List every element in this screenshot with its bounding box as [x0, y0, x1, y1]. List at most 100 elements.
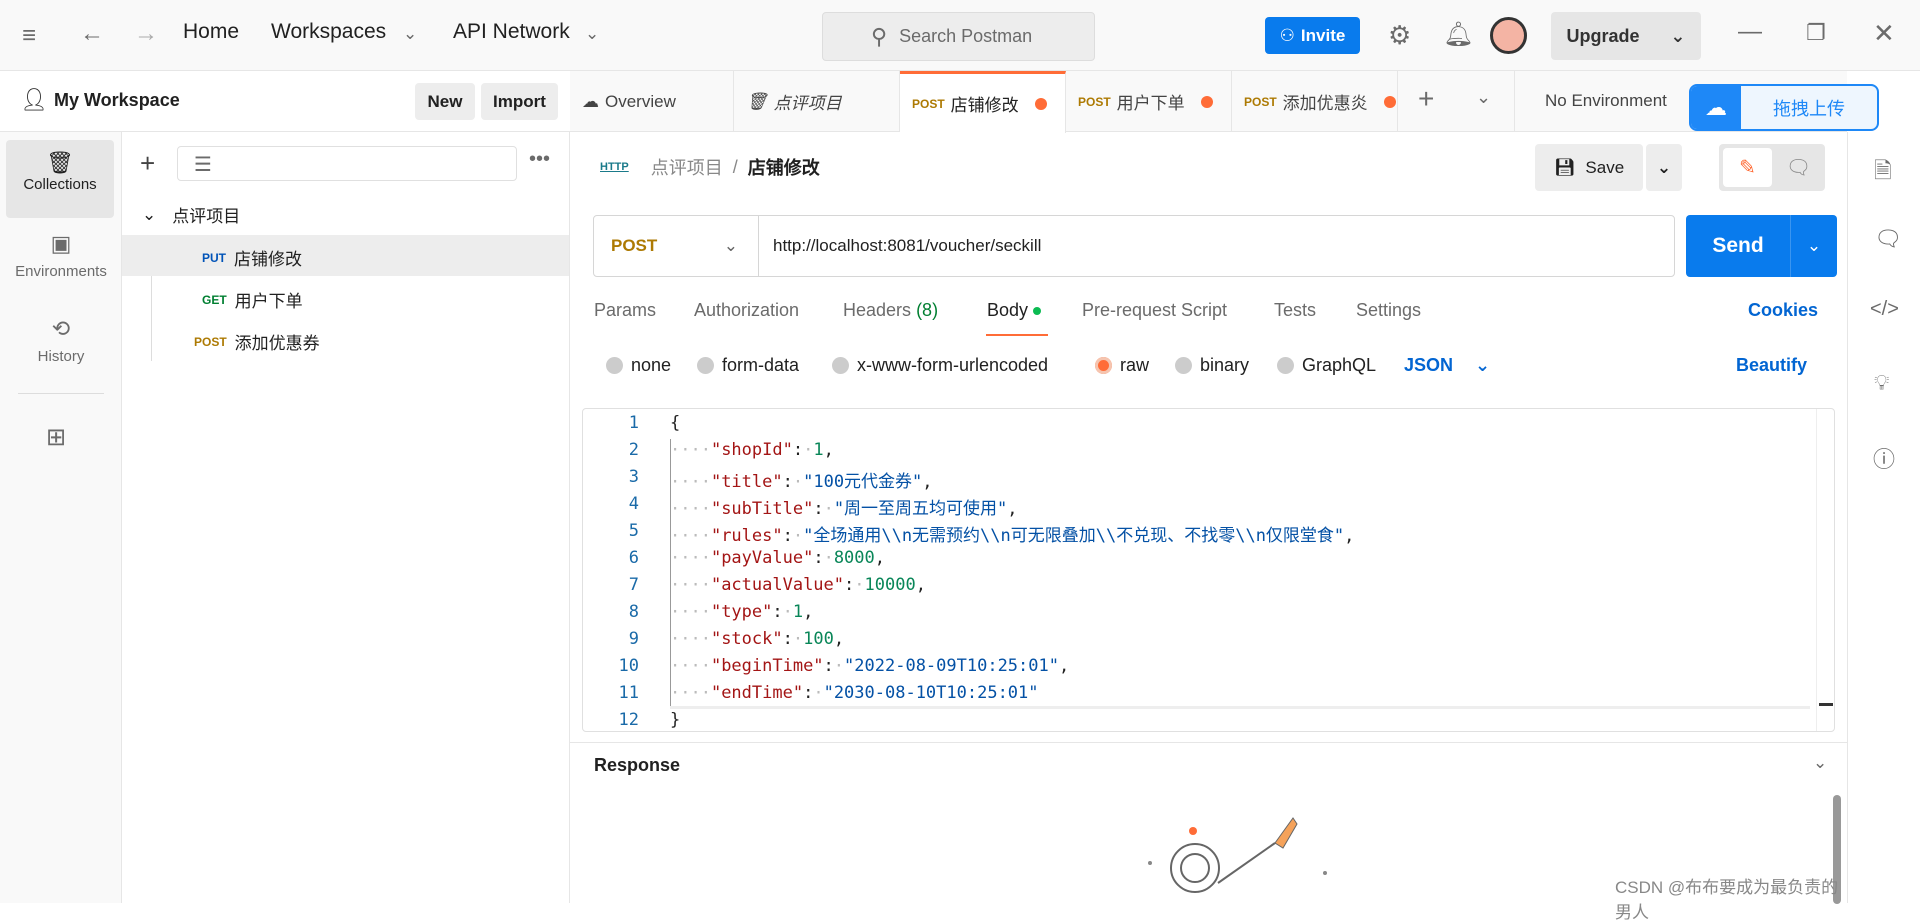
code-token: :: [823, 656, 834, 676]
code-token: ····: [670, 683, 711, 703]
new-button[interactable]: New: [415, 83, 475, 120]
chevron-down-icon[interactable]: ⌄: [403, 24, 417, 44]
nav-history[interactable]: ⟲ History: [0, 316, 122, 386]
chevron-down-icon[interactable]: ⌄: [1476, 87, 1491, 108]
radio-circle: [1175, 357, 1192, 374]
tab-headers[interactable]: Headers (8): [843, 300, 938, 321]
code-line: ····"type":·1,: [670, 602, 813, 622]
code-token: ·: [854, 575, 865, 595]
add-apps-icon[interactable]: ⊞: [46, 423, 66, 452]
radio-raw[interactable]: raw: [1095, 355, 1149, 376]
sidebar: + ☰ ••• ⌄ 点评项目 PUT 店铺修改 GET 用户下单 POST 添加优惠券: [122, 132, 570, 903]
import-button[interactable]: Import: [481, 83, 558, 120]
code-icon[interactable]: </>: [1870, 298, 1899, 321]
chevron-down-icon[interactable]: ⌄: [1791, 215, 1837, 277]
environment-selector[interactable]: No Environment: [1545, 91, 1667, 111]
breadcrumb-parent[interactable]: 点评项目: [651, 154, 723, 180]
code-token: ·: [833, 656, 845, 676]
tab-overview[interactable]: ☁ Overview: [570, 71, 734, 132]
save-options-button[interactable]: ⌄: [1646, 144, 1682, 191]
filter-input[interactable]: ☰: [177, 146, 517, 181]
radio-circle: [1277, 357, 1294, 374]
code-token: ·: [792, 629, 804, 649]
tab-label: 点评项目: [773, 94, 842, 113]
tab-label: Headers: [843, 300, 912, 320]
upload-overlay[interactable]: ☁ 拖拽上传: [1689, 84, 1879, 131]
back-arrow-icon[interactable]: ←: [80, 20, 104, 48]
avatar[interactable]: [1490, 17, 1527, 54]
edit-pencil-icon[interactable]: ✎: [1723, 148, 1772, 187]
collections-icon: 🗑︎: [46, 150, 74, 175]
tab-active[interactable]: POST 店铺修改: [900, 71, 1066, 133]
menu-icon[interactable]: ≡: [22, 22, 36, 50]
code-token: 10000: [864, 575, 916, 595]
request-item[interactable]: PUT 店铺修改: [202, 245, 302, 270]
workspaces-menu[interactable]: Workspaces: [271, 20, 386, 44]
upgrade-button[interactable]: Upgrade ⌄: [1551, 12, 1701, 60]
minimize-icon[interactable]: —: [1738, 18, 1762, 46]
chevron-down-icon: ⌄: [723, 236, 738, 255]
code-token: }: [670, 710, 681, 730]
bell-icon[interactable]: 🔔︎: [1443, 20, 1473, 49]
tab-prerequest[interactable]: Pre-request Script: [1082, 300, 1227, 321]
chevron-down-icon[interactable]: ⌄: [585, 24, 599, 44]
radio-none[interactable]: none: [606, 355, 671, 376]
radio-graphql[interactable]: GraphQL: [1277, 355, 1376, 376]
tab-collection[interactable]: 🗑︎ 点评项目: [734, 71, 900, 132]
settings-gear-icon[interactable]: ⚙: [1388, 20, 1411, 51]
tab-tests[interactable]: Tests: [1274, 300, 1316, 321]
method-select[interactable]: POST ⌄: [594, 216, 759, 276]
code-token: "endTime": [710, 683, 804, 703]
line-number: 3: [628, 467, 639, 487]
code-token: 100: [803, 629, 834, 649]
comment-icon[interactable]: 🗨︎: [1774, 148, 1823, 187]
close-icon[interactable]: ✕: [1873, 18, 1895, 49]
tab-settings[interactable]: Settings: [1356, 300, 1421, 321]
radio-binary[interactable]: binary: [1175, 355, 1249, 376]
code-line: ····"beginTime":·"2022-08-09T10:25:01",: [670, 656, 1069, 676]
invite-button[interactable]: ⚇ Invite: [1265, 17, 1360, 54]
comments-icon[interactable]: 🗨︎: [1874, 226, 1902, 252]
lightbulb-icon[interactable]: 💡︎: [1874, 370, 1889, 396]
workspace-name[interactable]: My Workspace: [54, 90, 180, 111]
request-item[interactable]: GET 用户下单: [202, 287, 303, 312]
home-link[interactable]: Home: [183, 20, 239, 44]
restore-icon[interactable]: ❐: [1806, 20, 1826, 46]
breadcrumb-current[interactable]: 店铺修改: [748, 154, 820, 180]
request-item[interactable]: POST 添加优惠券: [194, 329, 320, 354]
send-button[interactable]: Send ⌄: [1686, 215, 1837, 277]
tab[interactable]: POST 添加优惠炎: [1232, 71, 1398, 132]
radio-label: x-www-form-urlencoded: [857, 355, 1049, 375]
documentation-icon[interactable]: 🗎: [1874, 154, 1892, 192]
code-editor[interactable]: 1{2 ····"shopId":·1, 3 ····"title":·"100元代金…: [582, 408, 1835, 732]
new-tab-icon[interactable]: +: [1418, 83, 1434, 115]
tab-body[interactable]: Body: [987, 300, 1042, 321]
api-network-menu[interactable]: API Network: [453, 20, 570, 44]
add-icon[interactable]: +: [140, 148, 155, 179]
collection-item[interactable]: ⌄ 点评项目: [142, 202, 240, 227]
url-input[interactable]: http://localhost:8081/voucher/seckill: [773, 236, 1041, 256]
beautify-link[interactable]: Beautify: [1736, 355, 1807, 376]
code-line: ····"title":·"100元代金券",: [670, 467, 933, 492]
url-bar: POST ⌄ http://localhost:8081/voucher/sec…: [593, 215, 1675, 277]
radio-urlencoded[interactable]: x-www-form-urlencoded: [832, 355, 1048, 376]
format-select[interactable]: JSON ⌄: [1404, 355, 1490, 376]
save-button[interactable]: 💾︎ Save: [1535, 144, 1643, 191]
code-token: ····: [670, 548, 711, 568]
nav-collections[interactable]: 🗑︎ Collections: [6, 140, 114, 218]
search-input[interactable]: ⚲ Search Postman: [822, 12, 1095, 61]
cookies-link[interactable]: Cookies: [1748, 300, 1818, 321]
nav-environments[interactable]: ▣ Environments: [0, 231, 122, 301]
info-icon[interactable]: ⓘ: [1873, 442, 1895, 474]
tab-params[interactable]: Params: [594, 300, 656, 321]
editor-scrollbar[interactable]: [1816, 409, 1834, 731]
code-token: ····: [670, 575, 711, 595]
chevron-down-icon[interactable]: ⌄: [1813, 753, 1827, 773]
radio-form-data[interactable]: form-data: [697, 355, 799, 376]
forward-arrow-icon[interactable]: →: [134, 20, 158, 48]
code-token: ·: [792, 526, 804, 546]
more-options-icon[interactable]: •••: [529, 148, 550, 171]
active-tab-underline: [986, 334, 1048, 336]
tab[interactable]: POST 用户下单: [1066, 71, 1232, 132]
tab-authorization[interactable]: Authorization: [694, 300, 799, 321]
